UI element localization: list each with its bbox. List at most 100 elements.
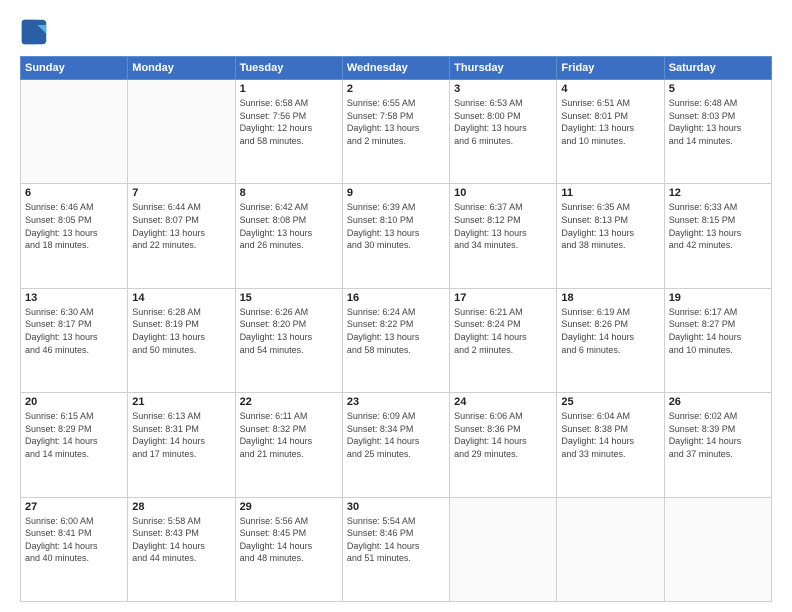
calendar-cell: 19 Sunrise: 6:17 AM Sunset: 8:27 PM Dayli… (664, 288, 771, 392)
day-number: 9 (347, 187, 445, 199)
calendar-cell: 25Sunrise: 6:04 AM Sunset: 8:38 PM Dayli… (557, 393, 664, 497)
day-info: Sunrise: 6:44 AM Sunset: 8:07 PM Dayligh… (132, 201, 230, 251)
day-info: Sunrise: 6:00 AM Sunset: 8:41 PM Dayligh… (25, 515, 123, 565)
calendar-week-row: 13Sunrise: 6:30 AM Sunset: 8:17 PM Dayli… (21, 288, 772, 392)
day-number: 22 (240, 396, 338, 408)
calendar-cell: 26 Sunrise: 6:02 AM Sunset: 8:39 PM Dayli… (664, 393, 771, 497)
day-info: Sunrise: 6:11 AM Sunset: 8:32 PM Dayligh… (240, 410, 338, 460)
day-number: 21 (132, 396, 230, 408)
calendar-cell: 4Sunrise: 6:51 AM Sunset: 8:01 PM Daylig… (557, 80, 664, 184)
calendar-cell: 9 Sunrise: 6:39 AM Sunset: 8:10 PM Daylig… (342, 184, 449, 288)
day-info: Sunrise: 6:21 AM Sunset: 8:24 PM Dayligh… (454, 306, 552, 356)
calendar-header-row: SundayMondayTuesdayWednesdayThursdayFrid… (21, 57, 772, 80)
calendar-week-row: 20 Sunrise: 6:15 AM Sunset: 8:29 PM Dayli… (21, 393, 772, 497)
calendar-cell: 2 Sunrise: 6:55 AM Sunset: 7:58 PM Daylig… (342, 80, 449, 184)
calendar-cell: 21 Sunrise: 6:13 AM Sunset: 8:31 PM Dayli… (128, 393, 235, 497)
day-number: 7 (132, 187, 230, 199)
weekday-header: Wednesday (342, 57, 449, 80)
calendar-cell (128, 80, 235, 184)
weekday-header: Friday (557, 57, 664, 80)
day-number: 2 (347, 83, 445, 95)
day-number: 5 (669, 83, 767, 95)
day-info: Sunrise: 6:13 AM Sunset: 8:31 PM Dayligh… (132, 410, 230, 460)
day-number: 15 (240, 292, 338, 304)
calendar-cell: 15 Sunrise: 6:26 AM Sunset: 8:20 PM Dayli… (235, 288, 342, 392)
calendar-table: SundayMondayTuesdayWednesdayThursdayFrid… (20, 56, 772, 602)
day-info: Sunrise: 6:55 AM Sunset: 7:58 PM Dayligh… (347, 97, 445, 147)
page: SundayMondayTuesdayWednesdayThursdayFrid… (0, 0, 792, 612)
day-info: Sunrise: 6:46 AM Sunset: 8:05 PM Dayligh… (25, 201, 123, 251)
weekday-header: Tuesday (235, 57, 342, 80)
calendar-cell: 1Sunrise: 6:58 AM Sunset: 7:56 PM Daylig… (235, 80, 342, 184)
day-info: Sunrise: 6:24 AM Sunset: 8:22 PM Dayligh… (347, 306, 445, 356)
logo (20, 18, 52, 46)
day-number: 6 (25, 187, 123, 199)
day-info: Sunrise: 6:48 AM Sunset: 8:03 PM Dayligh… (669, 97, 767, 147)
day-info: Sunrise: 6:28 AM Sunset: 8:19 PM Dayligh… (132, 306, 230, 356)
day-number: 27 (25, 501, 123, 513)
day-info: Sunrise: 6:02 AM Sunset: 8:39 PM Dayligh… (669, 410, 767, 460)
day-info: Sunrise: 6:04 AM Sunset: 8:38 PM Dayligh… (561, 410, 659, 460)
calendar-cell (664, 497, 771, 601)
day-number: 11 (561, 187, 659, 199)
day-info: Sunrise: 6:17 AM Sunset: 8:27 PM Dayligh… (669, 306, 767, 356)
calendar-cell: 23 Sunrise: 6:09 AM Sunset: 8:34 PM Dayli… (342, 393, 449, 497)
calendar-cell: 22 Sunrise: 6:11 AM Sunset: 8:32 PM Dayli… (235, 393, 342, 497)
day-info: Sunrise: 6:35 AM Sunset: 8:13 PM Dayligh… (561, 201, 659, 251)
calendar-cell: 24Sunrise: 6:06 AM Sunset: 8:36 PM Dayli… (450, 393, 557, 497)
calendar-cell: 16 Sunrise: 6:24 AM Sunset: 8:22 PM Dayli… (342, 288, 449, 392)
day-number: 24 (454, 396, 552, 408)
day-info: Sunrise: 6:33 AM Sunset: 8:15 PM Dayligh… (669, 201, 767, 251)
calendar-week-row: 6 Sunrise: 6:46 AM Sunset: 8:05 PM Daylig… (21, 184, 772, 288)
calendar-cell: 18 Sunrise: 6:19 AM Sunset: 8:26 PM Dayli… (557, 288, 664, 392)
calendar-cell: 12 Sunrise: 6:33 AM Sunset: 8:15 PM Dayli… (664, 184, 771, 288)
day-number: 20 (25, 396, 123, 408)
logo-icon (20, 18, 48, 46)
calendar-cell: 6 Sunrise: 6:46 AM Sunset: 8:05 PM Daylig… (21, 184, 128, 288)
weekday-header: Thursday (450, 57, 557, 80)
day-info: Sunrise: 6:37 AM Sunset: 8:12 PM Dayligh… (454, 201, 552, 251)
calendar-cell: 14 Sunrise: 6:28 AM Sunset: 8:19 PM Dayli… (128, 288, 235, 392)
day-info: Sunrise: 6:26 AM Sunset: 8:20 PM Dayligh… (240, 306, 338, 356)
calendar-cell: 27 Sunrise: 6:00 AM Sunset: 8:41 PM Dayli… (21, 497, 128, 601)
day-number: 3 (454, 83, 552, 95)
day-info: Sunrise: 6:19 AM Sunset: 8:26 PM Dayligh… (561, 306, 659, 356)
day-number: 13 (25, 292, 123, 304)
day-info: Sunrise: 6:09 AM Sunset: 8:34 PM Dayligh… (347, 410, 445, 460)
calendar-cell (450, 497, 557, 601)
calendar-week-row: 27 Sunrise: 6:00 AM Sunset: 8:41 PM Dayli… (21, 497, 772, 601)
day-info: Sunrise: 6:58 AM Sunset: 7:56 PM Dayligh… (240, 97, 338, 147)
day-info: Sunrise: 6:39 AM Sunset: 8:10 PM Dayligh… (347, 201, 445, 251)
day-number: 4 (561, 83, 659, 95)
day-info: Sunrise: 6:15 AM Sunset: 8:29 PM Dayligh… (25, 410, 123, 460)
calendar-cell (557, 497, 664, 601)
day-number: 10 (454, 187, 552, 199)
day-number: 23 (347, 396, 445, 408)
day-number: 16 (347, 292, 445, 304)
day-info: Sunrise: 5:56 AM Sunset: 8:45 PM Dayligh… (240, 515, 338, 565)
calendar-cell: 3 Sunrise: 6:53 AM Sunset: 8:00 PM Daylig… (450, 80, 557, 184)
day-info: Sunrise: 6:53 AM Sunset: 8:00 PM Dayligh… (454, 97, 552, 147)
calendar-cell: 29 Sunrise: 5:56 AM Sunset: 8:45 PM Dayli… (235, 497, 342, 601)
weekday-header: Saturday (664, 57, 771, 80)
calendar-cell: 10 Sunrise: 6:37 AM Sunset: 8:12 PM Dayli… (450, 184, 557, 288)
day-number: 17 (454, 292, 552, 304)
day-number: 26 (669, 396, 767, 408)
calendar-cell: 17 Sunrise: 6:21 AM Sunset: 8:24 PM Dayli… (450, 288, 557, 392)
day-number: 29 (240, 501, 338, 513)
day-number: 19 (669, 292, 767, 304)
day-number: 12 (669, 187, 767, 199)
calendar-cell: 28 Sunrise: 5:58 AM Sunset: 8:43 PM Dayli… (128, 497, 235, 601)
calendar-cell: 20 Sunrise: 6:15 AM Sunset: 8:29 PM Dayli… (21, 393, 128, 497)
calendar-cell: 13Sunrise: 6:30 AM Sunset: 8:17 PM Dayli… (21, 288, 128, 392)
day-number: 18 (561, 292, 659, 304)
calendar-cell: 11 Sunrise: 6:35 AM Sunset: 8:13 PM Dayli… (557, 184, 664, 288)
calendar-cell (21, 80, 128, 184)
day-info: Sunrise: 5:58 AM Sunset: 8:43 PM Dayligh… (132, 515, 230, 565)
weekday-header: Sunday (21, 57, 128, 80)
day-number: 14 (132, 292, 230, 304)
day-number: 28 (132, 501, 230, 513)
calendar-week-row: 1Sunrise: 6:58 AM Sunset: 7:56 PM Daylig… (21, 80, 772, 184)
day-info: Sunrise: 6:42 AM Sunset: 8:08 PM Dayligh… (240, 201, 338, 251)
header (20, 18, 772, 46)
